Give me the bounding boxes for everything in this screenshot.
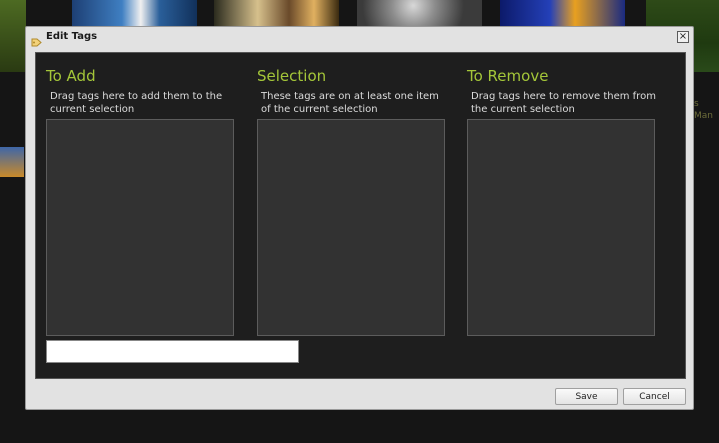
dialog-title: Edit Tags (46, 31, 98, 42)
tag-icon (31, 32, 42, 47)
to-add-description: Drag tags here to add them to the curren… (50, 91, 223, 115)
background-side-text-line: Man (694, 111, 713, 121)
close-icon: × (678, 31, 688, 42)
edit-tags-dialog: Edit Tags × To Add Drag tags here to add… (25, 26, 694, 410)
close-button[interactable]: × (677, 31, 689, 43)
selection-description: These tags are on at least one item of t… (261, 91, 439, 115)
dialog-titlebar[interactable]: Edit Tags × (26, 27, 693, 47)
save-button[interactable]: Save (555, 388, 618, 405)
to-remove-title: To Remove (467, 67, 549, 85)
to-remove-description: Drag tags here to remove them from the c… (471, 91, 656, 115)
background-thumbnail[interactable] (214, 0, 339, 28)
tag-input[interactable] (46, 340, 299, 363)
background-side-text: s Man (694, 98, 713, 122)
background-side-text-line: s (694, 99, 699, 109)
tag-editor-panel: To Add Drag tags here to add them to the… (35, 52, 686, 379)
selection-dropzone[interactable] (257, 119, 445, 336)
to-remove-dropzone[interactable] (467, 119, 655, 336)
cancel-button[interactable]: Cancel (623, 388, 686, 405)
to-add-dropzone[interactable] (46, 119, 234, 336)
background-thumbnail[interactable] (72, 0, 197, 28)
background-thumbnail[interactable] (0, 0, 26, 72)
background-thumbnail[interactable] (357, 0, 482, 28)
selection-title: Selection (257, 67, 327, 85)
background-thumbnail[interactable] (500, 0, 625, 28)
to-add-title: To Add (46, 67, 96, 85)
background-thumbnail[interactable] (0, 147, 24, 177)
